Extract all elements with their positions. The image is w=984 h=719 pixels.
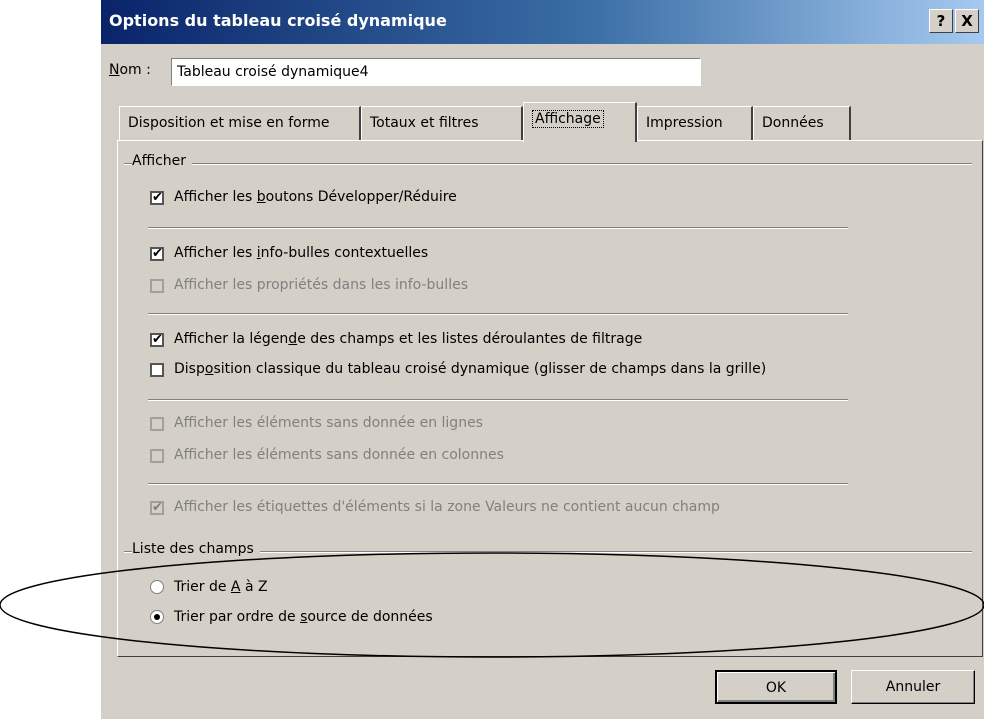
checkbox-box (150, 417, 164, 431)
checkbox-box (150, 363, 164, 377)
checkbox-box: ✔ (150, 190, 164, 205)
tab-impression[interactable]: Impression (637, 106, 753, 140)
group-line-afficher (124, 163, 972, 165)
title-bar: Options du tableau croisé dynamique ? X (101, 0, 984, 44)
checkbox-elements-colonnes[interactable]: Afficher les éléments sans donnée en col… (150, 447, 504, 463)
checkbox-box (150, 449, 164, 463)
checkbox-legende[interactable]: ✔ Afficher la légende des champs et les … (150, 331, 642, 347)
separator (148, 313, 848, 315)
name-field[interactable] (171, 58, 701, 86)
cancel-button[interactable]: Annuler (851, 670, 975, 704)
tab-disposition[interactable]: Disposition et mise en forme (119, 106, 361, 140)
dialog-title: Options du tableau croisé dynamique (109, 11, 447, 30)
tab-donnees[interactable]: Données (753, 106, 851, 140)
checkbox-box: ✔ (150, 332, 164, 347)
group-label-liste: Liste des champs (132, 541, 260, 557)
separator (148, 483, 848, 485)
tab-totaux[interactable]: Totaux et filtres (361, 106, 523, 140)
separator (148, 399, 848, 401)
close-button[interactable]: X (955, 9, 979, 33)
help-button[interactable]: ? (929, 9, 953, 33)
name-label: Nom : (109, 62, 151, 78)
checkbox-box: ✔ (150, 500, 164, 515)
ok-button[interactable]: OK (715, 670, 837, 704)
checkbox-disposition-classique[interactable]: Disposition classique du tableau croisé … (150, 361, 766, 377)
checkbox-infobulles[interactable]: ✔ Afficher les info-bulles contextuelles (150, 245, 428, 261)
checkbox-etiquettes[interactable]: ✔ Afficher les étiquettes d'éléments si … (150, 499, 720, 515)
checkbox-box (150, 279, 164, 293)
options-dialog: Options du tableau croisé dynamique ? X … (100, 0, 984, 719)
radio-trier-a-z[interactable]: Trier de A à Z (150, 579, 268, 595)
checkbox-boutons[interactable]: ✔ Afficher les boutons Développer/Réduir… (150, 189, 457, 205)
tab-affichage[interactable]: Affichage (523, 102, 637, 142)
checkbox-elements-lignes[interactable]: Afficher les éléments sans donnée en lig… (150, 415, 483, 431)
checkbox-box: ✔ (150, 246, 164, 261)
tab-panel-affichage: Afficher ✔ Afficher les boutons Développ… (117, 140, 983, 657)
group-label-afficher: Afficher (132, 153, 193, 169)
radio-button (150, 580, 164, 594)
separator (148, 227, 848, 229)
radio-button (150, 610, 164, 624)
radio-trier-source[interactable]: Trier par ordre de source de données (150, 609, 433, 625)
checkbox-proprietes[interactable]: Afficher les propriétés dans les info-bu… (150, 277, 468, 293)
